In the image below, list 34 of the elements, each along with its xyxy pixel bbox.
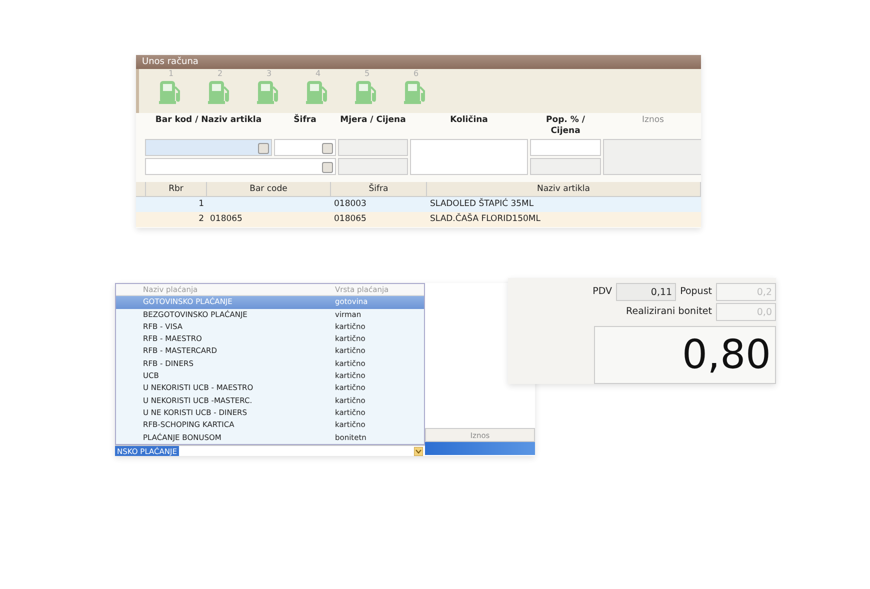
input-field[interactable] [145,158,336,175]
input-field[interactable] [338,139,408,156]
browse-button[interactable] [258,143,269,154]
field-label: Mjera / Cijena [339,115,407,127]
dropdown-arrow-icon[interactable] [414,446,423,456]
bonus-field: 0,0 [716,303,776,321]
field-label: Iznos [641,115,665,127]
table-cell-text: 018003 [333,198,368,211]
table-cell-text: 1 [198,198,205,211]
table-cell-text: 018065 [209,213,244,226]
input-field[interactable] [145,139,272,156]
field-label: Šifra [292,115,318,127]
input-field[interactable] [274,139,336,156]
discount-field: 0,2 [716,283,776,301]
window-title: Unos računa [136,55,701,69]
pdv-field: 0,11 [616,283,676,301]
table-cell-text: SLAD.ČAŠA FLORID150ML [429,212,542,226]
input-field[interactable] [530,139,601,156]
table-row[interactable]: 2 018065 018065 SLAD.ČAŠA FLORID150ML [136,212,701,227]
bonus-label: Realizirani bonitet [626,304,712,319]
pdv-label: PDV [592,284,612,299]
field-label: Bar kod / Naziv artikla [154,115,263,127]
browse-button[interactable] [322,143,333,154]
discount-label: Popust [680,284,712,299]
field-label: Količina [449,115,489,127]
total-amount: 0,80 [594,326,776,384]
table-cell-text: 2 [198,213,205,226]
field-label: Pop. % / Cijena [545,115,586,137]
input-field[interactable] [410,139,528,175]
input-field[interactable] [603,139,701,175]
table-cell-text: 018065 [333,213,368,226]
table-cell-text: SLADOLED ŠTAPIĆ 35ML [429,197,535,211]
table-row[interactable]: 1 018003 SLADOLED ŠTAPIĆ 35ML [136,197,701,212]
browse-button[interactable] [322,162,333,173]
